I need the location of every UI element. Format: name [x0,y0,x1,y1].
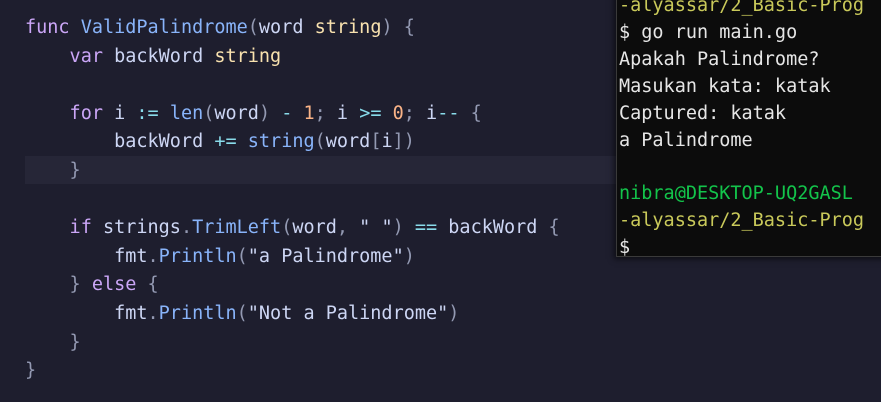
terminal-line: Apakah Palindrome? [619,48,820,70]
code-token: word [258,17,315,38]
code-token: ( [236,245,248,267]
code-token: " " [359,217,393,239]
code-token: ; [314,102,337,124]
code-token: } [25,160,81,181]
code-line[interactable]: if strings.TrimLeft(word, " ") == backWo… [25,214,560,242]
code-token: := [136,102,170,124]
code-token: , [336,217,360,239]
terminal-line: $ go run main.go [619,21,798,43]
code-token: Println [158,245,237,267]
code-line[interactable]: backWord += string(word[i]) [25,128,415,156]
code-line[interactable]: for i := len(word) - 1; i >= 0; i-- { [25,100,482,128]
code-token: ) [403,245,415,267]
code-token: i [381,131,393,153]
code-token: ) [448,303,460,324]
code-token: { [147,274,159,296]
code-token: ( [236,303,248,324]
code-token: i [426,102,438,124]
code-line[interactable]: func ValidPalindrome(word string) { [25,14,415,42]
code-token: string [214,45,282,67]
code-token: if [25,217,103,239]
code-token: } [25,360,37,382]
code-token: fmt [25,245,148,267]
code-token: { [548,217,560,239]
code-token: ; [403,102,427,124]
code-token: strings [102,217,181,239]
code-token: ( [281,217,293,239]
code-token: ( [247,17,259,38]
code-token: ) [392,217,415,239]
code-token: string [314,17,382,38]
code-token: ) [258,102,282,124]
code-token: word [325,131,371,153]
code-token: "a Palindrome" [247,245,404,267]
code-token: ( [314,131,326,153]
terminal-line: -alyassar/2_Basic-Prog [619,0,865,16]
code-line[interactable]: fmt.Println("a Palindrome") [25,243,415,271]
code-token: -- [437,102,471,124]
code-token: } [25,274,92,296]
terminal-line: $ [619,237,631,257]
code-token: . [147,245,159,267]
code-token: 0 [392,102,404,124]
code-token: for [25,102,115,124]
code-token: func [25,17,81,38]
code-token: Println [158,303,237,324]
code-token: [ [370,131,382,153]
terminal-window[interactable]: -alyassar/2_Basic-Prog $ go run main.go Ap… [616,0,881,257]
code-token: string [247,131,315,153]
terminal-line: -alyassar/2_Basic-Prog [619,210,865,232]
code-token: == [414,217,449,239]
current-line-highlight [25,156,625,184]
code-token: TrimLeft [192,217,282,239]
code-token: } [25,331,81,353]
code-line[interactable]: } [25,329,81,357]
code-token: backWord [25,131,215,153]
code-token: >= [359,102,393,124]
code-token: { [470,102,482,124]
terminal-line: Captured: katak [619,102,787,124]
code-token: else [91,274,148,296]
terminal-line: Masukan kata: katak [619,75,831,97]
code-token: backWord [448,217,549,239]
code-token: ]) [392,131,415,153]
code-token: "Not a Palindrome" [247,303,449,324]
code-token: i [336,102,360,124]
code-token: fmt [25,303,148,324]
code-token: backWord [114,45,215,67]
code-token: i [114,102,137,124]
code-token: . [147,303,159,324]
code-line[interactable]: fmt.Println("Not a Palindrome") [25,300,459,328]
code-line[interactable]: var backWord string [25,43,282,71]
code-token: ValidPalindrome [80,17,248,38]
code-line[interactable]: } [25,357,36,385]
code-token: ) { [381,17,415,38]
terminal-line: nibra@DESKTOP-UQ2GASL [619,183,853,205]
code-line[interactable]: } else { [25,271,159,299]
code-token: word [292,217,337,239]
code-line[interactable]: } [25,157,81,185]
code-token: 1 [303,102,315,124]
code-token: var [25,45,115,67]
terminal-line: a Palindrome [619,129,753,151]
code-token: . [180,217,193,239]
code-token: += [214,131,248,153]
code-token: ( [203,102,215,124]
code-token: word [214,102,259,124]
code-token: len [169,102,204,124]
code-token: - [281,102,304,124]
